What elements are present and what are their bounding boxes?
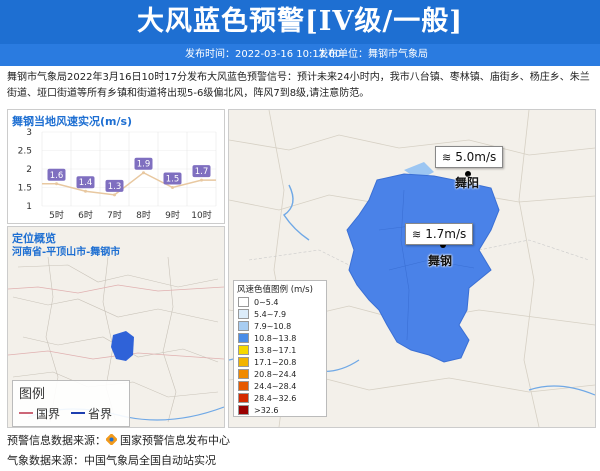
footer-source-weather: 气象数据来源：中国气象局全国自动站实况 — [7, 454, 216, 467]
scale-label: 5.4~7.9 — [254, 309, 287, 319]
y-tick-label: 2 — [26, 165, 32, 175]
scale-label: 0~5.4 — [254, 297, 279, 307]
scale-row: 0~5.4 — [234, 296, 326, 308]
publish-unit: 发布单位：舞钢市气象局 — [318, 49, 428, 60]
warning-description: 舞钢市气象局2022年3月16日10时17分发布大风蓝色预警信号：预计未来24小… — [7, 72, 590, 99]
location-overview-panel: 定位概览 河南省-平顶山市-舞钢市 图例 国界 省界 — [7, 226, 225, 428]
data-point — [113, 193, 116, 197]
scale-swatch — [238, 309, 249, 319]
scale-label: 7.9~10.8 — [254, 321, 292, 331]
x-tick-label: 7时 — [107, 209, 122, 221]
data-label: 1.6 — [50, 171, 64, 181]
wind-icon: ≋ — [412, 228, 422, 241]
scale-label: 10.8~13.8 — [254, 333, 297, 343]
scale-row: 13.8~17.1 — [234, 344, 326, 356]
main-wind-map: ≋ 5.0m/s 舞阳 ≋ 1.7m/s 舞钢 风速色值图例 (m/s) 0~5.4… — [228, 109, 596, 428]
wind-tag-wuyang: ≋ 5.0m/s — [435, 146, 504, 168]
scale-title: 风速色值图例 (m/s) — [237, 285, 313, 295]
province-border-icon — [71, 412, 85, 414]
scale-swatch — [238, 333, 249, 343]
data-point — [84, 189, 87, 193]
scale-label: 20.8~24.4 — [254, 369, 297, 379]
source1-value: 国家预警信息发布中心 — [120, 434, 230, 447]
data-point — [171, 186, 174, 189]
legend-label-province: 省界 — [88, 407, 113, 421]
header-banner: 大风蓝色预警[IV级/一般] — [0, 0, 600, 44]
warning-area-county — [346, 173, 500, 363]
publish-bar: 发布时间：2022-03-16 10:17:00 发布单位：舞钢市气象局 — [0, 44, 600, 66]
y-tick-label: 1 — [26, 202, 32, 212]
footer-source-warning: 预警信息数据来源： 国家预警信息发布中心 — [7, 432, 230, 448]
data-label: 1.9 — [137, 160, 151, 170]
legend-label-national: 国界 — [36, 407, 61, 421]
scale-row: 10.8~13.8 — [234, 332, 326, 344]
scale-swatch — [238, 393, 249, 403]
scale-swatch — [238, 297, 249, 307]
location-path: 河南省-平顶山市-舞钢市 — [12, 247, 121, 258]
data-label: 1.7 — [195, 167, 209, 177]
data-point — [200, 178, 203, 182]
scale-row: >32.6 — [234, 404, 326, 416]
scale-label: 24.4~28.4 — [254, 381, 297, 391]
y-tick-label: 3 — [26, 128, 32, 138]
city-label-wuyang: 舞阳 — [455, 176, 480, 190]
x-tick-label: 9时 — [165, 209, 180, 221]
map-legend: 图例 国界 省界 — [12, 380, 130, 427]
legend-item-national-border: 国界 — [19, 405, 60, 422]
scale-swatch — [238, 357, 249, 367]
legend-item-province-border: 省界 — [71, 405, 112, 422]
national-border-icon — [19, 412, 33, 414]
data-label: 1.4 — [79, 178, 93, 188]
scale-row: 7.9~10.8 — [234, 320, 326, 332]
scale-row: 20.8~24.4 — [234, 368, 326, 380]
data-label: 1.3 — [108, 182, 122, 192]
scale-row: 17.1~20.8 — [234, 356, 326, 368]
scale-row: 24.4~28.4 — [234, 380, 326, 392]
wind-icon: ≋ — [442, 151, 452, 164]
data-point — [142, 171, 145, 175]
y-tick-label: 2.5 — [18, 147, 32, 157]
data-point — [55, 182, 58, 186]
page-title: 大风蓝色预警[IV级/一般] — [137, 6, 463, 37]
legend-title: 图例 — [19, 387, 46, 402]
scale-label: 28.4~32.6 — [254, 393, 297, 403]
x-tick-label: 10时 — [191, 209, 211, 221]
data-label: 1.5 — [166, 175, 180, 185]
source1-label: 预警信息数据来源： — [7, 434, 106, 447]
scale-swatch — [238, 321, 249, 331]
scale-swatch — [238, 345, 249, 355]
scale-label: 17.1~20.8 — [254, 357, 297, 367]
wind-tag-wugang: ≋ 1.7m/s — [405, 223, 474, 245]
scale-swatch — [238, 369, 249, 379]
scale-label: >32.6 — [254, 405, 279, 415]
x-tick-label: 5时 — [49, 209, 64, 221]
x-tick-label: 6时 — [78, 209, 93, 221]
wind-speed-wugang: 1.7m/s — [425, 227, 467, 241]
wind-speed-wuyang: 5.0m/s — [455, 150, 497, 164]
wind-speed-panel: 舞钢当地风速实况(m/s) 3 2.5 2 1.5 1 1.6 5时 1.4 6时 1.3 7时 1.… — [7, 109, 225, 224]
scale-row: 5.4~7.9 — [234, 308, 326, 320]
scale-swatch — [238, 381, 249, 391]
scale-swatch — [238, 405, 249, 415]
warning-center-logo-icon — [105, 433, 118, 446]
scale-label: 13.8~17.1 — [254, 345, 297, 355]
wind-speed-chart: 3 2.5 2 1.5 1 1.6 5时 1.4 6时 1.3 7时 1.9 8时 1.5 9时 1.7 10时 — [18, 128, 217, 221]
x-tick-label: 8时 — [136, 209, 151, 221]
y-tick-label: 1.5 — [18, 184, 32, 194]
scale-row: 28.4~32.6 — [234, 392, 326, 404]
wind-color-scale: 风速色值图例 (m/s) 0~5.4 5.4~7.9 7.9~10.8 10.8~13… — [233, 280, 327, 417]
city-label-wugang: 舞钢 — [428, 254, 453, 268]
